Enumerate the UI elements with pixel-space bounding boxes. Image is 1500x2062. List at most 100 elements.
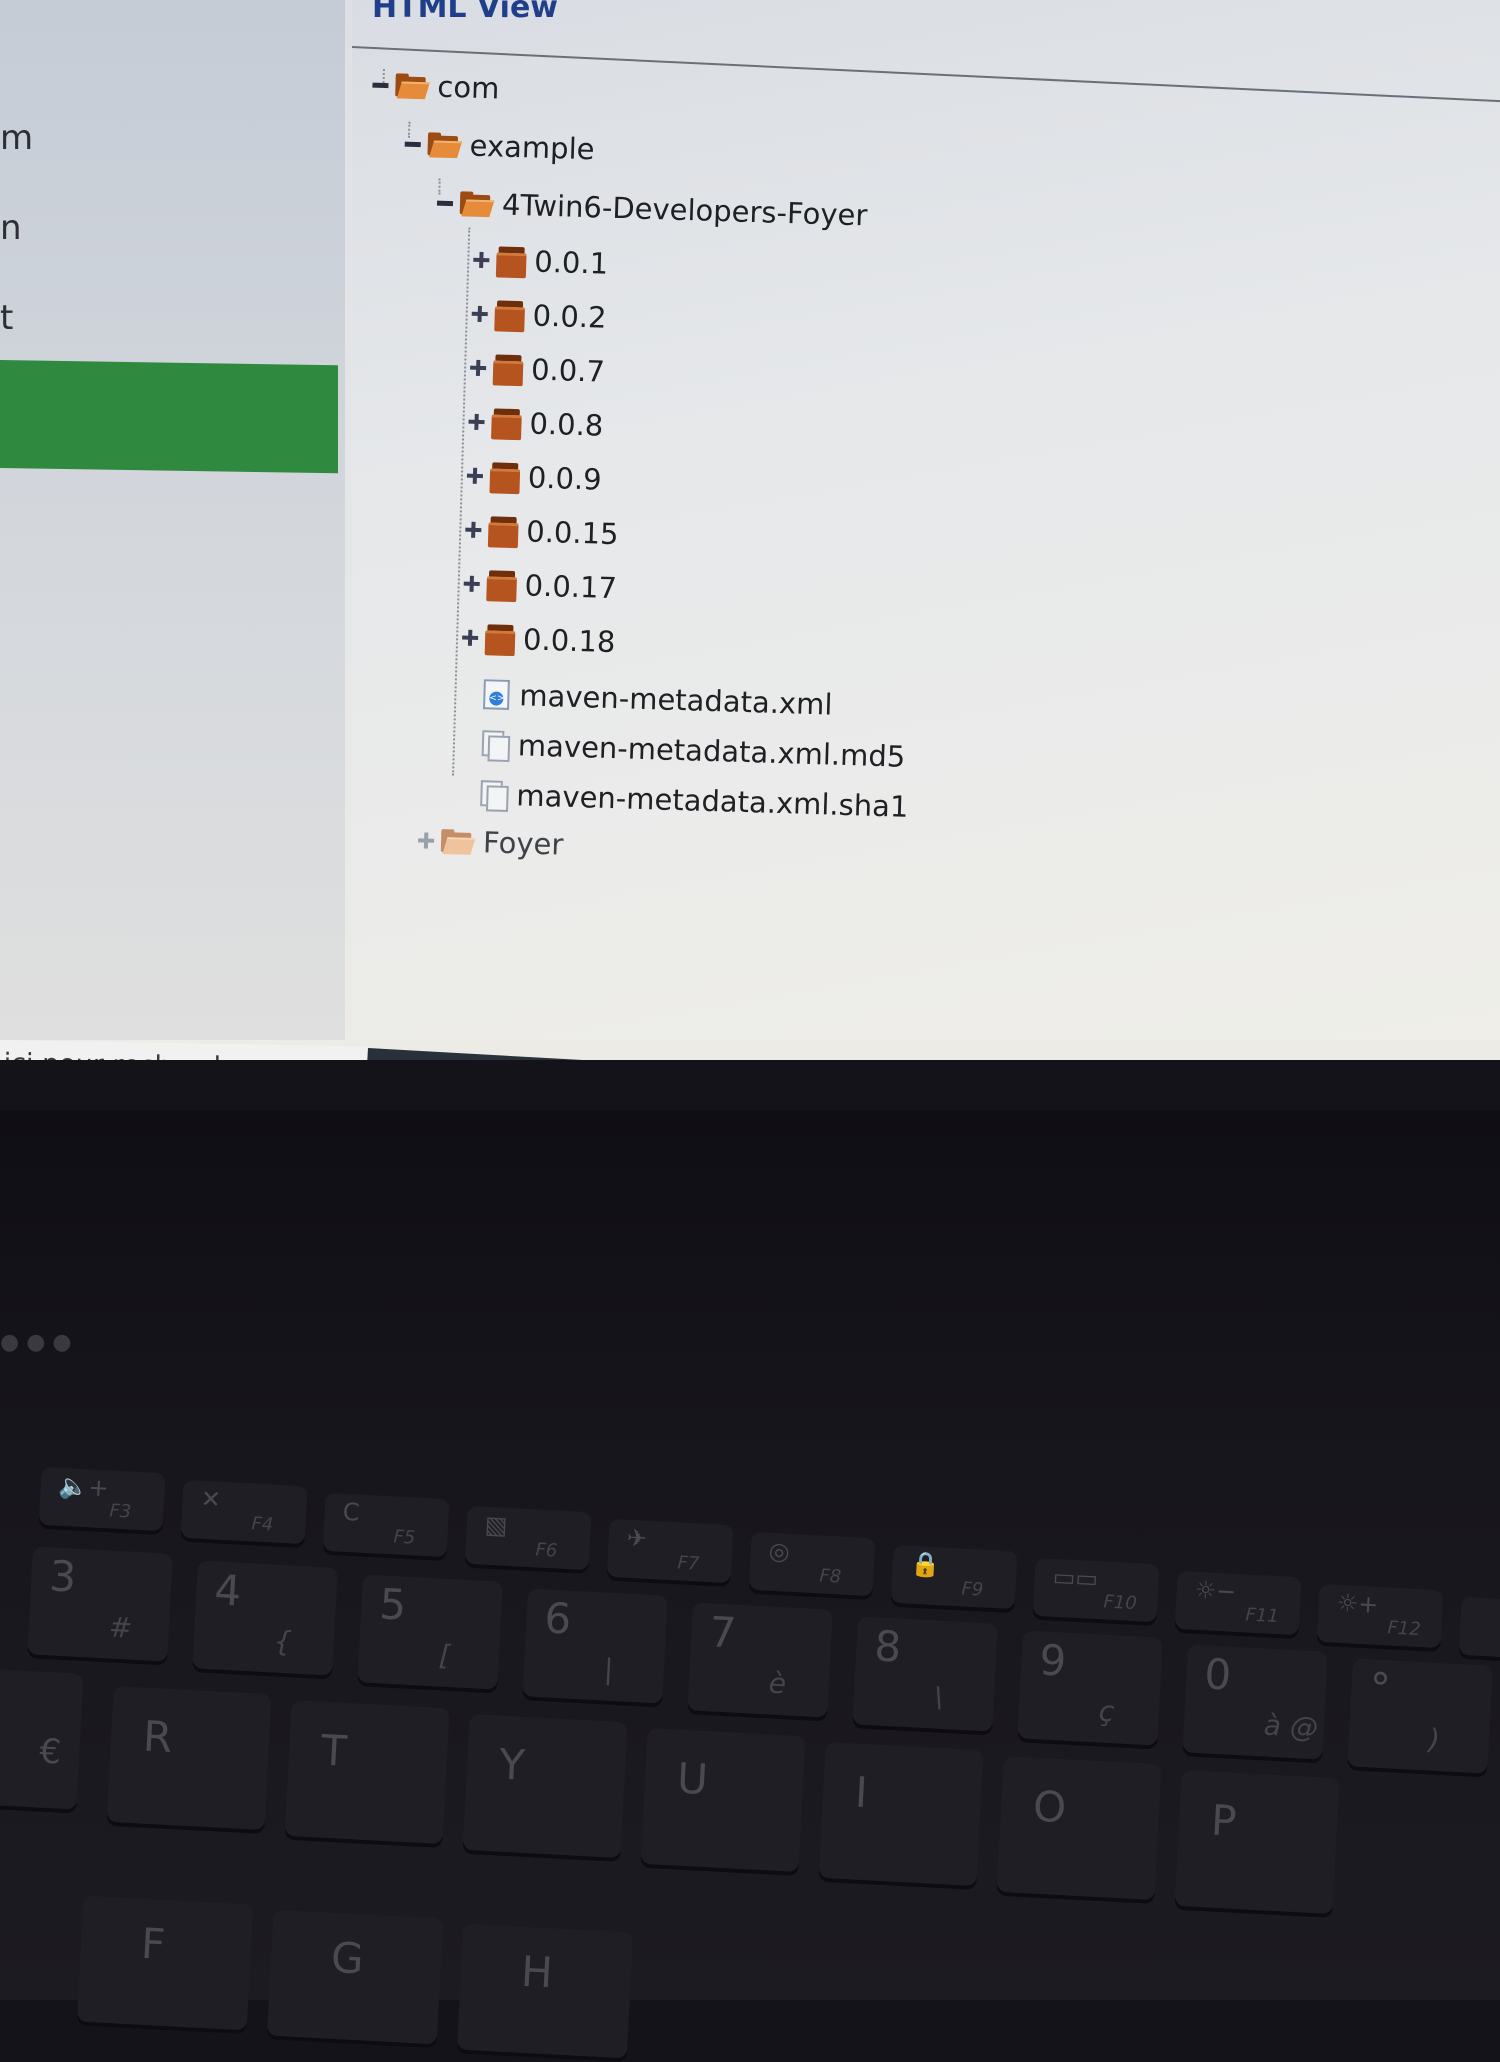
function-key-label: F12: [1386, 1617, 1422, 1641]
collapse-icon[interactable]: [436, 194, 455, 213]
tree-node-label: Foyer: [482, 825, 564, 862]
number-key-main: 5: [378, 1579, 408, 1630]
tree-node-file[interactable]: maven-metadata.xml.md5: [457, 723, 906, 776]
function-key: ✕ F4: [180, 1479, 308, 1549]
tree-node-label: 0.0.2: [532, 298, 607, 335]
tree-node-file[interactable]: <> maven-metadata.xml: [459, 674, 833, 725]
tree-node-label: 0.0.8: [529, 406, 604, 443]
function-key-label: F11: [1244, 1604, 1280, 1628]
letter-key-label: P: [1209, 1795, 1238, 1846]
letter-key: U: [640, 1727, 806, 1877]
function-key: ✈ F7: [606, 1518, 734, 1588]
jar-icon: [494, 300, 525, 333]
letter-key: €: [0, 1666, 84, 1814]
function-key: ◎ F8: [748, 1531, 876, 1601]
letter-key-label: H: [519, 1946, 554, 1998]
left-nav-item-fragment[interactable]: m: [0, 118, 33, 158]
laptop-keyboard: ● ● ● 🔈+ F3 ✕ F4 C F5 ▧ F6 ✈ F7 ◎ F8 🔒 F9 ▭▭ F10 ☼− F11 ☼+…: [0, 1110, 1500, 2062]
tree-node-version[interactable]: 0.0.7: [469, 348, 606, 392]
function-key-label: F6: [534, 1539, 558, 1562]
letter-key: I: [818, 1741, 984, 1891]
number-key-main: 6: [543, 1593, 573, 1644]
function-key: ☼+ F12: [1316, 1583, 1444, 1653]
tree-node-4twin6-developers-foyer[interactable]: 4Twin6-Developers-Foyer: [435, 183, 868, 236]
number-key-main: 4: [213, 1565, 243, 1616]
xml-file-icon: <>: [483, 679, 510, 710]
left-nav-item-fragment[interactable]: n: [0, 208, 22, 248]
expand-icon[interactable]: [462, 575, 481, 594]
expand-icon[interactable]: [466, 467, 485, 486]
tree-node-com[interactable]: com: [371, 65, 500, 109]
folder-open-icon: [427, 132, 463, 159]
tree-node-version[interactable]: 0.0.18: [461, 618, 616, 663]
function-key: 🔒 F9: [890, 1544, 1018, 1614]
tree-node-file[interactable]: maven-metadata.xml.sha1: [456, 773, 909, 826]
tree-node-label: com: [436, 69, 500, 106]
expand-icon[interactable]: [417, 831, 436, 850]
collapse-icon[interactable]: [403, 135, 422, 154]
number-key: 5[: [357, 1574, 503, 1694]
letter-key-label: T: [319, 1725, 349, 1776]
letter-key-label: R: [141, 1711, 174, 1763]
left-nav-item-selected[interactable]: [0, 360, 338, 474]
tree-node-label: example: [469, 128, 596, 167]
jar-icon: [491, 408, 522, 441]
number-key-main: 0: [1203, 1649, 1233, 1700]
tree-node-version[interactable]: 0.0.1: [472, 240, 609, 284]
number-key: 0 à @: [1182, 1644, 1328, 1764]
letter-key: H: [456, 1923, 634, 2062]
function-key-glyph: C: [342, 1497, 361, 1527]
function-key-glyph: 🔈+: [58, 1471, 110, 1503]
function-key-glyph: ✈: [626, 1523, 648, 1553]
tree-node-label: 0.0.17: [524, 568, 618, 606]
folder-icon: [440, 829, 476, 855]
jar-icon: [495, 246, 527, 279]
letter-key: O: [996, 1755, 1162, 1905]
expand-icon[interactable]: [472, 251, 491, 270]
expand-icon[interactable]: [464, 521, 483, 540]
tree-node-version[interactable]: 0.0.17: [462, 564, 617, 609]
tree-node-foyer[interactable]: Foyer: [417, 820, 564, 864]
jar-icon: [484, 624, 516, 657]
expand-icon[interactable]: [461, 629, 480, 648]
number-key-main: 9: [1038, 1635, 1068, 1686]
folder-open-icon: [459, 191, 495, 218]
search-placeholder: ici pour rechercher: [3, 1048, 258, 1060]
tree-node-version[interactable]: 0.0.15: [464, 510, 619, 555]
collapse-icon[interactable]: [371, 76, 390, 95]
tree-node-version[interactable]: 0.0.2: [470, 294, 607, 338]
number-key-sub: ç: [1098, 1694, 1116, 1729]
number-key-sub: #: [108, 1610, 134, 1645]
number-key: 6 |: [522, 1588, 668, 1708]
function-key-glyph: ◎: [768, 1536, 791, 1566]
number-key-sub: ): [1428, 1722, 1441, 1757]
tree-node-example[interactable]: example: [403, 124, 595, 170]
function-key-glyph: ☼−: [1194, 1575, 1238, 1606]
number-key-sub: |: [603, 1652, 615, 1686]
number-key-sub: à @: [1263, 1708, 1319, 1745]
letter-key-label: G: [329, 1932, 365, 1984]
tree-node-version[interactable]: 0.0.9: [465, 456, 602, 500]
function-key-glyph: ▧: [484, 1510, 509, 1540]
function-key: Impr: [1458, 1596, 1500, 1666]
tree-node-label: 0.0.7: [530, 352, 606, 389]
function-key-glyph: ✕: [200, 1484, 222, 1514]
tree-node-label: 0.0.18: [522, 622, 616, 660]
jar-icon: [487, 516, 519, 549]
expand-icon[interactable]: [470, 305, 489, 324]
left-nav-item-fragment[interactable]: t: [0, 298, 13, 338]
letter-key: T: [284, 1699, 450, 1849]
letter-key-label: F: [139, 1918, 167, 1969]
function-key-label: F5: [392, 1526, 416, 1549]
expand-icon[interactable]: [469, 359, 488, 378]
expand-icon[interactable]: [467, 413, 486, 432]
repository-tree: com example 4Twin6-Developers-Foyer 0.0.…: [321, 0, 1499, 1060]
tree-node-label: 0.0.15: [525, 514, 620, 552]
tree-node-version[interactable]: 0.0.8: [467, 402, 604, 446]
number-key-sub: [: [438, 1638, 451, 1673]
function-key-glyph: 🔒: [910, 1549, 942, 1580]
taskbar-search-box[interactable]: ici pour rechercher: [0, 1040, 368, 1060]
function-key: ▭▭ F10: [1032, 1557, 1160, 1627]
jar-icon: [489, 462, 521, 495]
function-key-label: F3: [108, 1500, 132, 1523]
